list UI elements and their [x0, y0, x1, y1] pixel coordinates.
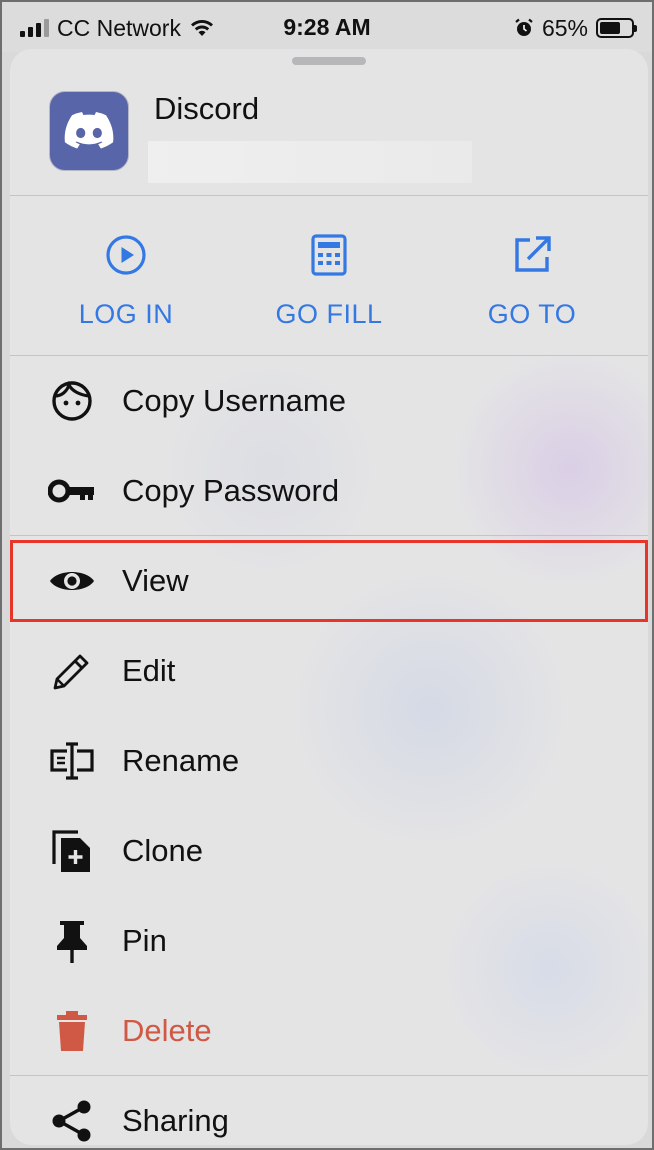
rename-icon: [48, 739, 96, 783]
key-icon: [48, 469, 96, 513]
copy-password-label: Copy Password: [122, 473, 340, 508]
action-sheet: Discord LOG IN GO FILL GO TO Copy Userna…: [10, 49, 648, 1145]
app-title: Discord: [154, 91, 260, 126]
pin-item[interactable]: Pin: [10, 896, 648, 986]
copy-password-item[interactable]: Copy Password: [10, 446, 648, 536]
app-header: Discord: [10, 49, 648, 195]
go-to-label: GO TO: [487, 299, 577, 329]
log-in-label: LOG IN: [78, 299, 174, 329]
eye-icon: [48, 559, 96, 603]
view-item[interactable]: View: [10, 536, 648, 626]
status-bar: CC Network 9:28 AM 65%: [2, 2, 652, 52]
pin-label: Pin: [122, 923, 167, 958]
face-icon: [48, 379, 96, 423]
clone-icon: [48, 829, 96, 873]
sharing-label: Sharing: [122, 1103, 229, 1138]
alarm-icon: [515, 18, 533, 36]
go-to-button[interactable]: GO TO: [432, 195, 632, 355]
pin-icon: [48, 919, 96, 963]
copy-username-label: Copy Username: [122, 383, 346, 418]
pencil-icon: [48, 649, 96, 693]
go-fill-button[interactable]: GO FILL: [229, 195, 429, 355]
screen: CC Network 9:28 AM 65% Discord LOG IN GO…: [0, 0, 654, 1150]
clone-item[interactable]: Clone: [10, 806, 648, 896]
delete-item[interactable]: Delete: [10, 986, 648, 1076]
view-highlight: [10, 540, 648, 622]
copy-username-item[interactable]: Copy Username: [10, 356, 648, 446]
discord-logo-icon: [49, 91, 129, 171]
rename-label: Rename: [122, 743, 240, 778]
play-circle-icon: [106, 235, 146, 275]
edit-label: Edit: [122, 653, 176, 688]
share-icon: [48, 1099, 96, 1143]
clone-label: Clone: [122, 833, 203, 868]
trash-icon: [48, 1009, 96, 1053]
rename-item[interactable]: Rename: [10, 716, 648, 806]
external-link-icon: [515, 236, 551, 272]
battery-icon: [596, 18, 637, 38]
log-in-button[interactable]: LOG IN: [26, 195, 226, 355]
sharing-item[interactable]: Sharing: [10, 1076, 648, 1145]
quick-actions: LOG IN GO FILL GO TO: [10, 195, 648, 355]
battery-percent: 65%: [541, 14, 588, 41]
status-right: 65%: [514, 14, 637, 42]
edit-item[interactable]: Edit: [10, 626, 648, 716]
battery-fill: [600, 22, 620, 34]
go-fill-label: GO FILL: [275, 299, 383, 329]
app-subtitle-redacted: [148, 141, 472, 183]
calculator-icon: [311, 234, 347, 276]
delete-label: Delete: [122, 1013, 212, 1048]
view-label: View: [122, 563, 189, 598]
